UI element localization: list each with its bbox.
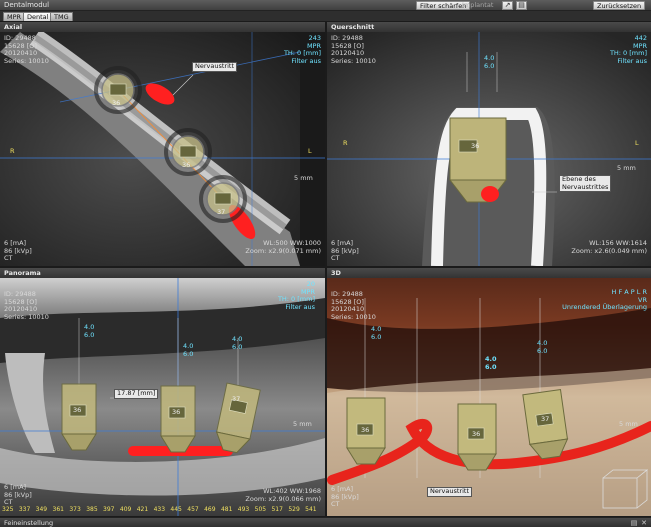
export-icon[interactable]: ↗	[502, 1, 513, 10]
status-bar: Feineinstellung ▤ ✕	[0, 517, 651, 527]
panorama-ruler: 325 337 349 361 373 385 397 409 421 433 445 457 469 4…	[2, 506, 325, 514]
view-settings: H F A P L R VR Unrendered Überlagerung	[562, 288, 647, 311]
orientation-right: L	[635, 139, 639, 147]
patient-info: ID: 29488 15628 [O] 20120410 Series: 10010	[331, 290, 376, 321]
3d-viewport[interactable]: 3D 36 36 37 4.0 6.0 4.0 6.0 4.0 6.0 ID: …	[327, 268, 651, 516]
implant-dimensions: 4.0 6.0	[232, 335, 243, 351]
acquisition-info: 6 [mA] 86 [kVp] CT	[4, 239, 32, 262]
axial-ct-image[interactable]	[0, 32, 325, 266]
ruler-tick-label: 373	[69, 506, 81, 513]
implant-label: 36	[182, 161, 191, 169]
implant-marker	[160, 385, 196, 453]
implant-dimensions: 4.0 6.0	[183, 342, 194, 358]
nerve-exit-label: Nervaustritt	[427, 487, 472, 497]
cross-section-viewport[interactable]: Querschnitt 36 4.0 6.0 ID: 29488 15628 [O]…	[327, 22, 651, 266]
window-zoom-info: WL:500 WW:1000 Zoom: x2.9(0.071 mm)	[245, 239, 321, 255]
scale-label: 5 mm	[293, 420, 312, 428]
implant-label: 36	[73, 406, 82, 414]
implant-label: 37	[217, 208, 226, 216]
implant-label: 37	[232, 395, 241, 403]
view-settings: 243 MPR TH: 0 [mm] Filter aus	[283, 34, 321, 65]
title-bar: Dentalmodul Filter schärfen Implantat ↗ …	[0, 0, 651, 11]
implant-label: Implantat	[462, 1, 494, 9]
patient-info: ID: 29488 15628 [O] 20120410 Series: 10010	[331, 34, 376, 65]
view-settings: 442 MPR TH: 0 [mm] Filter aus	[609, 34, 647, 65]
ruler-tick-label: 433	[153, 506, 166, 513]
fine-tuning-label: Feineinstellung	[4, 519, 54, 527]
orientation-right: L	[308, 147, 312, 155]
ruler-tick-label: 481	[220, 506, 233, 513]
patient-info: ID: 29488 15628 [O] 20120410 Series: 10010	[4, 290, 49, 321]
patient-info: ID: 29488 15628 [O] 20120410 Series: 10010	[4, 34, 49, 65]
acquisition-info: 6 [mA] 86 [kVp] CT	[331, 485, 359, 508]
ruler-tick-label: 385	[86, 506, 98, 513]
window-zoom-info: WL:156 WW:1614 Zoom: x2.6(0.049 mm)	[571, 239, 647, 255]
implant-dimensions: 4.0 6.0	[371, 325, 382, 341]
nerve-exit-label: Nervaustritt	[192, 62, 237, 72]
tab-dental[interactable]: Dental	[23, 12, 53, 21]
ruler-tick-label: 421	[136, 506, 149, 513]
distance-measurement: 17.87 [mm]	[114, 389, 159, 399]
orientation-left: R	[343, 139, 348, 147]
ruler-tick-label: 445	[170, 506, 182, 513]
app-title: Dentalmodul	[4, 1, 50, 9]
implant-dimensions: 4.0 6.0	[84, 323, 95, 339]
ruler-tick-label: 349	[35, 506, 48, 513]
implant-label: 37	[541, 415, 550, 423]
nerve-plane-label: Ebene des Nervaustrittes	[559, 175, 612, 192]
scale-label: 5 mm	[294, 174, 313, 182]
implant-label: 36	[112, 99, 121, 107]
ruler-tick-label: 397	[103, 506, 115, 513]
close-icon[interactable]: ✕	[640, 519, 648, 527]
orientation-left: R	[10, 147, 15, 155]
ruler-tick-label: 361	[52, 506, 64, 513]
ruler-tick-label: 469	[204, 506, 216, 513]
ruler-tick-label: 517	[271, 506, 283, 513]
nerve-marker	[481, 186, 499, 202]
tab-mpr[interactable]: MPR	[3, 12, 26, 21]
scale-label: 5 mm	[617, 164, 636, 172]
axial-title: Axial	[0, 22, 325, 32]
tab-tmg[interactable]: TMG	[50, 12, 73, 21]
ruler-tick-label: 541	[305, 506, 317, 513]
implant-label: 36	[172, 408, 181, 416]
ruler-tick-label: 325	[2, 506, 14, 513]
panel-toggle-icon[interactable]: ▤	[630, 519, 638, 527]
cross-section-title: Querschnitt	[327, 22, 651, 32]
acquisition-info: 6 [mA] 86 [kVp] CT	[331, 239, 359, 262]
ruler-tick-label: 409	[119, 506, 132, 513]
ruler-tick-label: 505	[254, 506, 267, 513]
3d-title: 3D	[327, 268, 651, 278]
implant-dimensions: 4.0 6.0	[485, 355, 497, 371]
acquisition-info: 6 [mA] 86 [kVp] CT	[4, 483, 32, 506]
print-icon[interactable]: ▤	[516, 1, 527, 10]
ruler-tick-label: 337	[18, 506, 31, 513]
panorama-title: Panorama	[0, 268, 325, 278]
view-tabs: MPR Dental TMG	[0, 11, 651, 21]
ruler-tick-label: 457	[187, 506, 199, 513]
axial-viewport[interactable]: Axial 36 36 37 ID: 29488 15628 [O] 20120…	[0, 22, 325, 266]
implant-label: 36	[471, 142, 480, 150]
implant-label: 36	[361, 426, 370, 434]
implant-dimensions: 4.0 6.0	[484, 54, 495, 70]
implant-label: 36	[472, 430, 481, 438]
ruler-tick-label: 529	[288, 506, 300, 513]
panorama-viewport[interactable]: Panorama 36 36 37 4.0 6.0 4.0 6.0 4.0 6.…	[0, 268, 325, 516]
reset-button[interactable]: Zurücksetzen	[593, 1, 646, 10]
window-zoom-info: WL:402 WW:1968 Zoom: x2.9(0.066 mm)	[245, 487, 321, 503]
implant-marker	[61, 383, 97, 451]
ruler-tick-label: 493	[237, 506, 250, 513]
implant-marker	[448, 117, 508, 203]
implant-dimensions: 4.0 6.0	[537, 339, 548, 355]
view-settings: 20 MPR TH: 0 [mm] Filter aus	[277, 280, 315, 311]
scale-label: 5 mm	[619, 420, 638, 428]
